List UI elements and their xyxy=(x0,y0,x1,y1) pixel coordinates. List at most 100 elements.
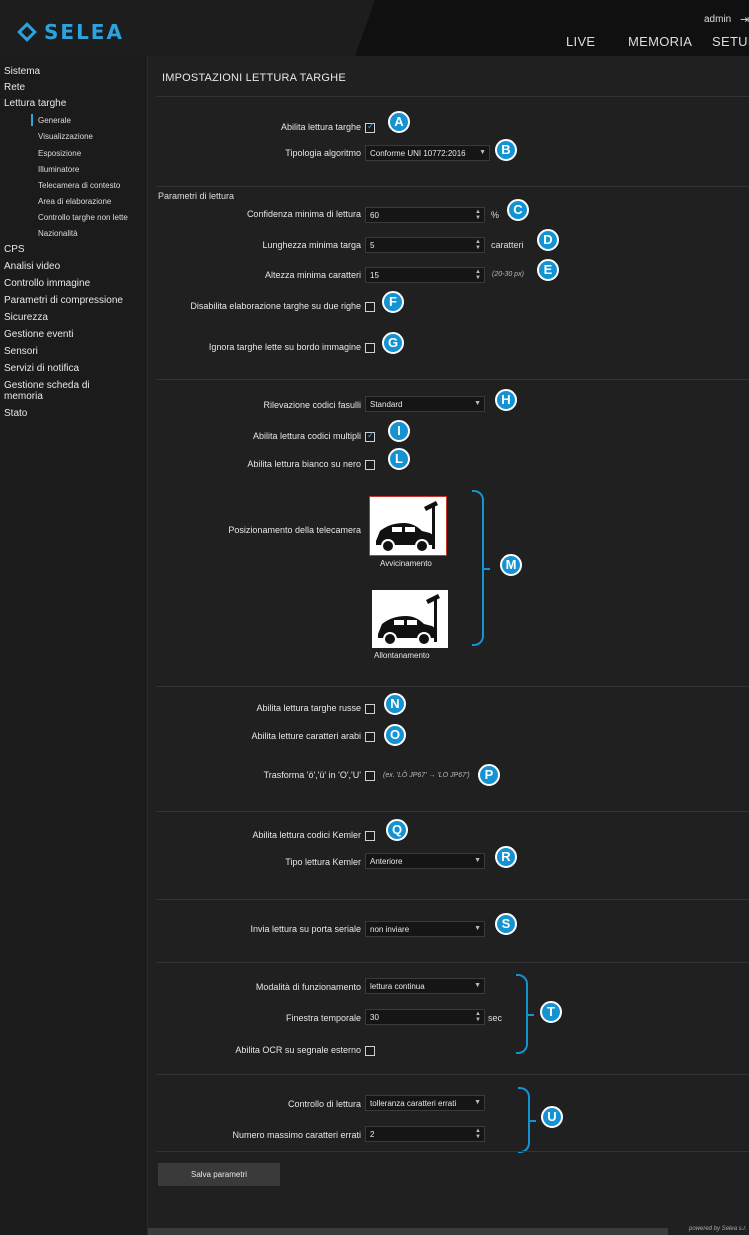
spinner-icon[interactable]: ▲ ▼ xyxy=(475,209,481,221)
badge-r: R xyxy=(495,846,517,868)
chevron-down-icon: ▼ xyxy=(474,1099,481,1106)
save-button[interactable]: Salva parametri xyxy=(158,1163,280,1186)
modalita-value: lettura continua xyxy=(370,982,425,991)
sidebar-item-area-elaborazione[interactable]: Area di elaborazione xyxy=(38,197,111,206)
parametri-lettura-heading: Parametri di lettura xyxy=(158,191,235,201)
powered-by-text: powered by Selea s.r. xyxy=(689,1226,747,1232)
sidebar-item-illuminatore[interactable]: Illuminatore xyxy=(38,165,79,174)
badge-a: A xyxy=(388,111,410,133)
spinner-icon[interactable]: ▲ ▼ xyxy=(475,1011,481,1023)
sidebar-item-sensori[interactable]: Sensori xyxy=(4,346,38,357)
sidebar-item-gestione-scheda-line1[interactable]: Gestione scheda di xyxy=(4,380,90,391)
avvicinamento-image[interactable] xyxy=(369,496,447,556)
disabilita-righe-checkbox[interactable] xyxy=(365,302,375,312)
spinner-icon[interactable]: ▲ ▼ xyxy=(475,1128,481,1140)
rilevazione-value: Standard xyxy=(370,400,403,409)
sidebar-item-gestione-scheda-line2[interactable]: memoria xyxy=(4,391,43,402)
seriale-value: non inviare xyxy=(370,925,410,934)
sidebar-item-visualizzazione[interactable]: Visualizzazione xyxy=(38,132,93,141)
russe-checkbox[interactable] xyxy=(365,704,375,714)
badge-l: L xyxy=(388,448,410,470)
multipli-checkbox[interactable] xyxy=(365,430,375,442)
divider xyxy=(156,379,749,380)
spinner-icon[interactable]: ▲ ▼ xyxy=(475,239,481,251)
divider xyxy=(156,899,749,900)
group-brace xyxy=(472,490,490,646)
altezza-value: 15 xyxy=(370,271,379,280)
sidebar-item-lettura-targhe[interactable]: Lettura targhe xyxy=(4,98,66,109)
finestra-input[interactable]: 30 ▲ ▼ xyxy=(365,1009,485,1025)
confidenza-label: Confidenza minima di lettura xyxy=(246,209,361,219)
active-indicator xyxy=(31,114,33,126)
controllo-lettura-label: Controllo di lettura xyxy=(287,1099,361,1109)
confidenza-input[interactable]: 60 ▲ ▼ xyxy=(365,207,485,223)
allontanamento-caption: Allontanamento xyxy=(374,651,430,660)
sidebar-item-sistema[interactable]: Sistema xyxy=(4,66,40,77)
ignora-bordo-checkbox[interactable] xyxy=(365,343,375,353)
sidebar-item-sicurezza[interactable]: Sicurezza xyxy=(4,312,48,323)
divider xyxy=(156,1074,749,1075)
divider xyxy=(156,186,749,187)
modalita-select[interactable]: lettura continua ▼ xyxy=(365,978,485,994)
tipologia-select[interactable]: Conforme UNI 10772:2016 ▼ xyxy=(365,145,490,161)
tab-live[interactable]: LIVE xyxy=(566,34,595,49)
sidebar-item-telecamera-contesto[interactable]: Telecamera di contesto xyxy=(38,181,120,190)
sidebar-item-cps[interactable]: CPS xyxy=(4,244,25,255)
tipo-kemler-label: Tipo lettura Kemler xyxy=(285,857,361,867)
car-camera-icon xyxy=(378,594,440,646)
max-errati-input[interactable]: 2 ▲ ▼ xyxy=(365,1126,485,1142)
lunghezza-input[interactable]: 5 ▲ ▼ xyxy=(365,237,485,253)
logo-diamond-icon xyxy=(17,22,37,42)
sidebar-item-controllo-immagine[interactable]: Controllo immagine xyxy=(4,278,90,289)
badge-m: M xyxy=(500,554,522,576)
seriale-select[interactable]: non inviare ▼ xyxy=(365,921,485,937)
finestra-unit: sec xyxy=(488,1013,503,1023)
sidebar-item-generale[interactable]: Generale xyxy=(38,116,71,125)
sidebar-item-controllo-targhe[interactable]: Controllo targhe non lette xyxy=(38,213,128,222)
lunghezza-unit: caratteri xyxy=(491,240,524,250)
altezza-label: Altezza minima caratteri xyxy=(264,270,361,280)
badge-i: I xyxy=(388,420,410,442)
chevron-down-icon: ▼ xyxy=(474,400,481,407)
controllo-lettura-select[interactable]: tolleranza caratteri errati ▼ xyxy=(365,1095,485,1111)
arabi-checkbox[interactable] xyxy=(365,732,375,742)
group-brace xyxy=(516,974,534,1054)
divider xyxy=(156,1151,749,1152)
ocr-checkbox[interactable] xyxy=(365,1046,375,1056)
abilita-lettura-checkbox[interactable] xyxy=(365,121,375,133)
rilevazione-select[interactable]: Standard ▼ xyxy=(365,396,485,412)
trasforma-checkbox[interactable] xyxy=(365,771,375,781)
bianco-nero-checkbox[interactable] xyxy=(365,460,375,470)
sidebar-item-stato[interactable]: Stato xyxy=(4,408,27,419)
sidebar-item-analisi-video[interactable]: Analisi video xyxy=(4,261,60,272)
sidebar-item-servizi-notifica[interactable]: Servizi di notifica xyxy=(4,363,79,374)
badge-f: F xyxy=(382,291,404,313)
tab-setup[interactable]: SETUP xyxy=(712,34,749,49)
posizionamento-label: Posizionamento della telecamera xyxy=(228,525,361,535)
confidenza-value: 60 xyxy=(370,211,379,220)
spinner-icon[interactable]: ▲ ▼ xyxy=(475,269,481,281)
tab-memoria[interactable]: MEMORIA xyxy=(628,34,692,49)
logout-icon[interactable]: ⇥ xyxy=(740,13,749,26)
sidebar-item-rete[interactable]: Rete xyxy=(4,82,25,93)
logo[interactable]: SELEA xyxy=(17,20,124,44)
altezza-input[interactable]: 15 ▲ ▼ xyxy=(365,267,485,283)
multipli-label: Abilita lettura codici multipli xyxy=(252,431,361,441)
controllo-lettura-value: tolleranza caratteri errati xyxy=(370,1099,457,1108)
max-errati-label: Numero massimo caratteri errati xyxy=(232,1130,361,1140)
seriale-label: Invia lettura su porta seriale xyxy=(250,924,361,934)
russe-label: Abilita lettura targhe russe xyxy=(256,703,361,713)
sidebar-item-nazionalita[interactable]: Nazionalità xyxy=(38,229,78,238)
tipo-kemler-select[interactable]: Anteriore ▼ xyxy=(365,853,485,869)
allontanamento-image[interactable] xyxy=(372,590,448,648)
kemler-checkbox[interactable] xyxy=(365,831,375,841)
modalita-label: Modalità di funzionamento xyxy=(255,982,361,992)
badge-n: N xyxy=(384,693,406,715)
sidebar-item-esposizione[interactable]: Esposizione xyxy=(38,149,81,158)
avvicinamento-caption: Avvicinamento xyxy=(380,559,432,568)
horizontal-scrollbar[interactable] xyxy=(148,1228,668,1235)
bianco-nero-label: Abilita lettura bianco su nero xyxy=(247,459,361,469)
sidebar-item-gestione-eventi[interactable]: Gestione eventi xyxy=(4,329,74,340)
divider xyxy=(156,686,749,687)
sidebar-item-compressione[interactable]: Parametri di compressione xyxy=(4,295,123,306)
